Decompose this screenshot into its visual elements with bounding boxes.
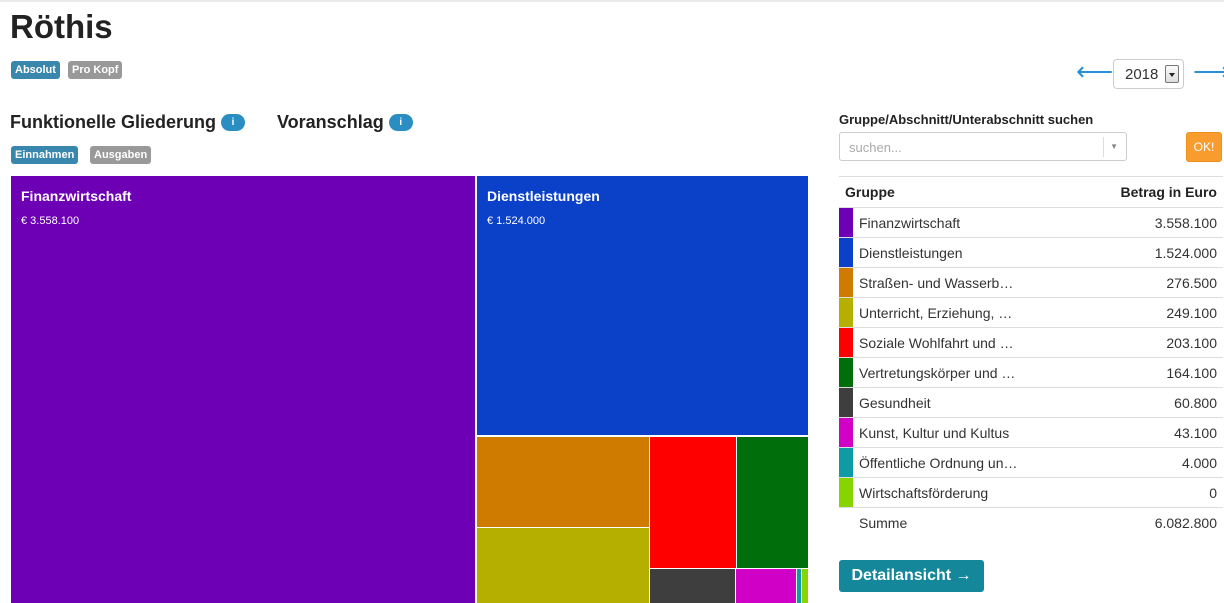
color-swatch (839, 387, 853, 418)
group-name: Dienstleistungen (853, 237, 1081, 268)
next-year-arrow-icon[interactable]: ⟶ (1193, 56, 1224, 86)
search-placeholder: suchen... (849, 140, 902, 155)
prev-year-arrow-icon[interactable]: ⟵ (1076, 56, 1113, 86)
group-amount: 164.100 (1080, 357, 1223, 388)
group-amount: 203.100 (1080, 327, 1223, 358)
color-swatch (839, 207, 853, 238)
color-swatch (839, 357, 853, 388)
tile-label: Finanzwirtschaft (21, 188, 132, 204)
group-name: Wirtschaftsförderung (853, 477, 1081, 508)
treemap-tile-gesundheit[interactable] (649, 568, 736, 603)
tile-value: € 3.558.100 (21, 215, 80, 227)
group-amount: 4.000 (1080, 447, 1223, 478)
search-input[interactable]: suchen... ▼ (839, 132, 1127, 161)
table-row[interactable]: Soziale Wohlfahrt und … 203.100 (839, 327, 1223, 358)
color-swatch (839, 447, 853, 478)
einnahmen-toggle[interactable]: Einnahmen (11, 146, 79, 164)
search-label: Gruppe/Abschnitt/Unterabschnitt suchen (839, 112, 1094, 127)
group-amount: 3.558.100 (1080, 207, 1223, 238)
info-badge-icon[interactable]: i (388, 114, 413, 131)
color-swatch (839, 417, 853, 448)
table-row[interactable]: Gesundheit 60.800 (839, 387, 1223, 418)
table-row[interactable]: Öffentliche Ordnung un… 4.000 (839, 447, 1223, 478)
year-select[interactable]: 2018 (1113, 59, 1184, 89)
funktionelle-heading-text: Funktionelle Gliederung (10, 112, 217, 132)
color-swatch (839, 237, 853, 268)
top-border (0, 0, 1224, 2)
group-amount: 0 (1080, 477, 1223, 508)
group-name: Vertretungskörper und … (853, 357, 1081, 388)
pro-kopf-toggle[interactable]: Pro Kopf (68, 61, 123, 79)
color-swatch (839, 477, 853, 508)
group-name: Straßen- und Wasserb… (853, 267, 1081, 298)
group-amount: 1.524.000 (1080, 237, 1223, 268)
group-name: Soziale Wohlfahrt und … (853, 327, 1081, 358)
group-name: Unterricht, Erziehung, … (853, 297, 1081, 328)
voranschlag-heading: Voranschlag i (277, 112, 413, 133)
sum-swatch-empty (839, 507, 853, 538)
color-swatch (839, 327, 853, 358)
detail-view-button[interactable]: Detailansicht → (839, 560, 984, 592)
group-name: Finanzwirtschaft (853, 207, 1081, 238)
tile-label: Dienstleistungen (487, 188, 600, 204)
treemap-tile-dienstleistungen[interactable]: Dienstleistungen € 1.524.000 (476, 175, 809, 436)
treemap-tile-unterricht[interactable] (476, 527, 650, 603)
voranschlag-heading-text: Voranschlag (277, 112, 384, 132)
table-row[interactable]: Finanzwirtschaft 3.558.100 (839, 207, 1223, 238)
group-name: Kunst, Kultur und Kultus (853, 417, 1081, 448)
treemap-tile-soziale-wohlfahrt[interactable] (649, 436, 737, 569)
ausgaben-toggle[interactable]: Ausgaben (90, 146, 152, 164)
chevron-down-icon[interactable] (1165, 65, 1179, 83)
chevron-down-icon[interactable]: ▼ (1110, 142, 1118, 151)
table-row[interactable]: Vertretungskörper und … 164.100 (839, 357, 1223, 388)
table-row[interactable]: Straßen- und Wasserb… 276.500 (839, 267, 1223, 298)
treemap: Finanzwirtschaft € 3.558.100 Dienstleist… (10, 175, 809, 603)
table-row[interactable]: Dienstleistungen 1.524.000 (839, 237, 1223, 268)
column-header-amount[interactable]: Betrag in Euro (1080, 176, 1223, 208)
sum-amount: 6.082.800 (1080, 507, 1223, 538)
sum-label: Summe (853, 507, 1081, 538)
treemap-tile-finanzwirtschaft[interactable]: Finanzwirtschaft € 3.558.100 (10, 175, 476, 603)
group-name: Öffentliche Ordnung un… (853, 447, 1081, 478)
table-row[interactable]: Unterricht, Erziehung, … 249.100 (839, 297, 1223, 328)
page-title: Röthis (10, 8, 113, 45)
group-name: Gesundheit (853, 387, 1081, 418)
info-badge-icon[interactable]: i (221, 114, 246, 131)
group-amount: 60.800 (1080, 387, 1223, 418)
treemap-tile-kunst[interactable] (735, 568, 797, 603)
divider (1103, 137, 1104, 157)
tile-value: € 1.524.000 (487, 215, 546, 227)
group-amount: 43.100 (1080, 417, 1223, 448)
funktionelle-heading: Funktionelle Gliederung i (10, 112, 246, 133)
treemap-tile-wirtschaftsfoerderung[interactable] (801, 568, 809, 603)
color-swatch (839, 297, 853, 328)
group-amount: 276.500 (1080, 267, 1223, 298)
ok-button[interactable]: OK! (1186, 132, 1222, 162)
table-row[interactable]: Wirtschaftsförderung 0 (839, 477, 1223, 508)
column-header-group[interactable]: Gruppe (839, 176, 1081, 208)
group-table: Gruppe Betrag in Euro Finanzwirtschaft 3.… (839, 176, 1223, 538)
absolut-toggle[interactable]: Absolut (11, 61, 60, 79)
year-value: 2018 (1125, 66, 1159, 83)
treemap-tile-vertretungskoerper[interactable] (736, 436, 809, 569)
color-swatch (839, 267, 853, 298)
table-row[interactable]: Kunst, Kultur und Kultus 43.100 (839, 417, 1223, 448)
group-amount: 249.100 (1080, 297, 1223, 328)
treemap-tile-strassen[interactable] (476, 436, 650, 528)
